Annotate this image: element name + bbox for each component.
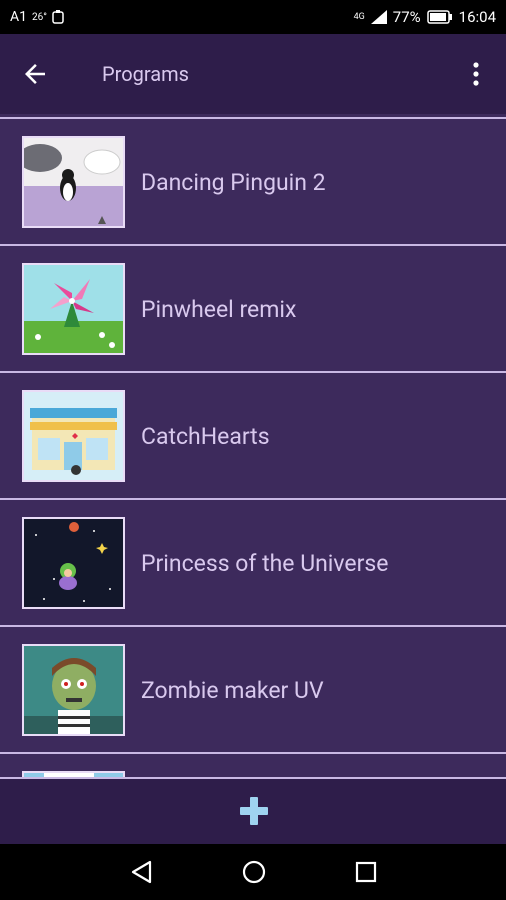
app-bar: Programs [0, 34, 506, 114]
nav-home-button[interactable] [240, 858, 268, 886]
nav-back-button[interactable] [128, 858, 156, 886]
battery-percent: 77% [392, 8, 421, 26]
program-list[interactable]: Dancing Pinguin 2 Pinwheel remix CatchHe… [0, 117, 506, 779]
status-bar: A1 26° 4G 77% 16:04 [0, 0, 506, 34]
list-item[interactable]: Pinwheel remix [0, 246, 506, 373]
square-recent-icon [355, 861, 377, 883]
system-navigation-bar [0, 844, 506, 900]
nav-recent-button[interactable] [352, 858, 380, 886]
overflow-menu-button[interactable] [464, 56, 488, 92]
list-item[interactable] [0, 754, 506, 779]
program-thumbnail [22, 517, 125, 609]
carrier-label: A1 [10, 9, 28, 25]
program-name: Zombie maker UV [141, 677, 324, 704]
space-thumbnail-image [24, 519, 123, 607]
program-thumbnail [22, 644, 125, 736]
zombie-thumbnail-image [24, 646, 123, 734]
program-name: Dancing Pinguin 2 [141, 169, 326, 196]
add-program-button[interactable] [237, 794, 271, 828]
list-item[interactable]: Dancing Pinguin 2 [0, 119, 506, 246]
notification-icon [52, 10, 64, 24]
program-name: Pinwheel remix [141, 296, 297, 323]
triangle-back-icon [131, 860, 152, 884]
list-item[interactable]: CatchHearts [0, 373, 506, 500]
penguin-thumbnail-image [24, 138, 123, 226]
program-thumbnail [22, 136, 125, 228]
signal-icon [370, 10, 387, 24]
back-button[interactable] [20, 56, 60, 92]
circle-home-icon [242, 860, 266, 884]
page-title: Programs [102, 62, 189, 86]
list-item[interactable]: Zombie maker UV [0, 627, 506, 754]
network-label: 4G [353, 12, 365, 22]
plus-icon [240, 797, 268, 825]
arrow-left-icon [25, 64, 45, 84]
program-thumbnail [22, 263, 125, 355]
more-vert-icon [473, 62, 479, 86]
temperature-label: 26° [32, 11, 47, 23]
battery-icon [426, 10, 452, 24]
shop-thumbnail-image [24, 392, 123, 480]
list-item[interactable]: Princess of the Universe [0, 500, 506, 627]
clock: 16:04 [458, 8, 496, 26]
status-right: 4G 77% 16:04 [354, 8, 496, 26]
pinwheel-thumbnail-image [24, 265, 123, 353]
bottom-bar [0, 777, 506, 846]
program-thumbnail [22, 390, 125, 482]
status-left: A1 26° [10, 9, 64, 25]
program-name: Princess of the Universe [141, 550, 389, 577]
program-name: CatchHearts [141, 423, 270, 450]
